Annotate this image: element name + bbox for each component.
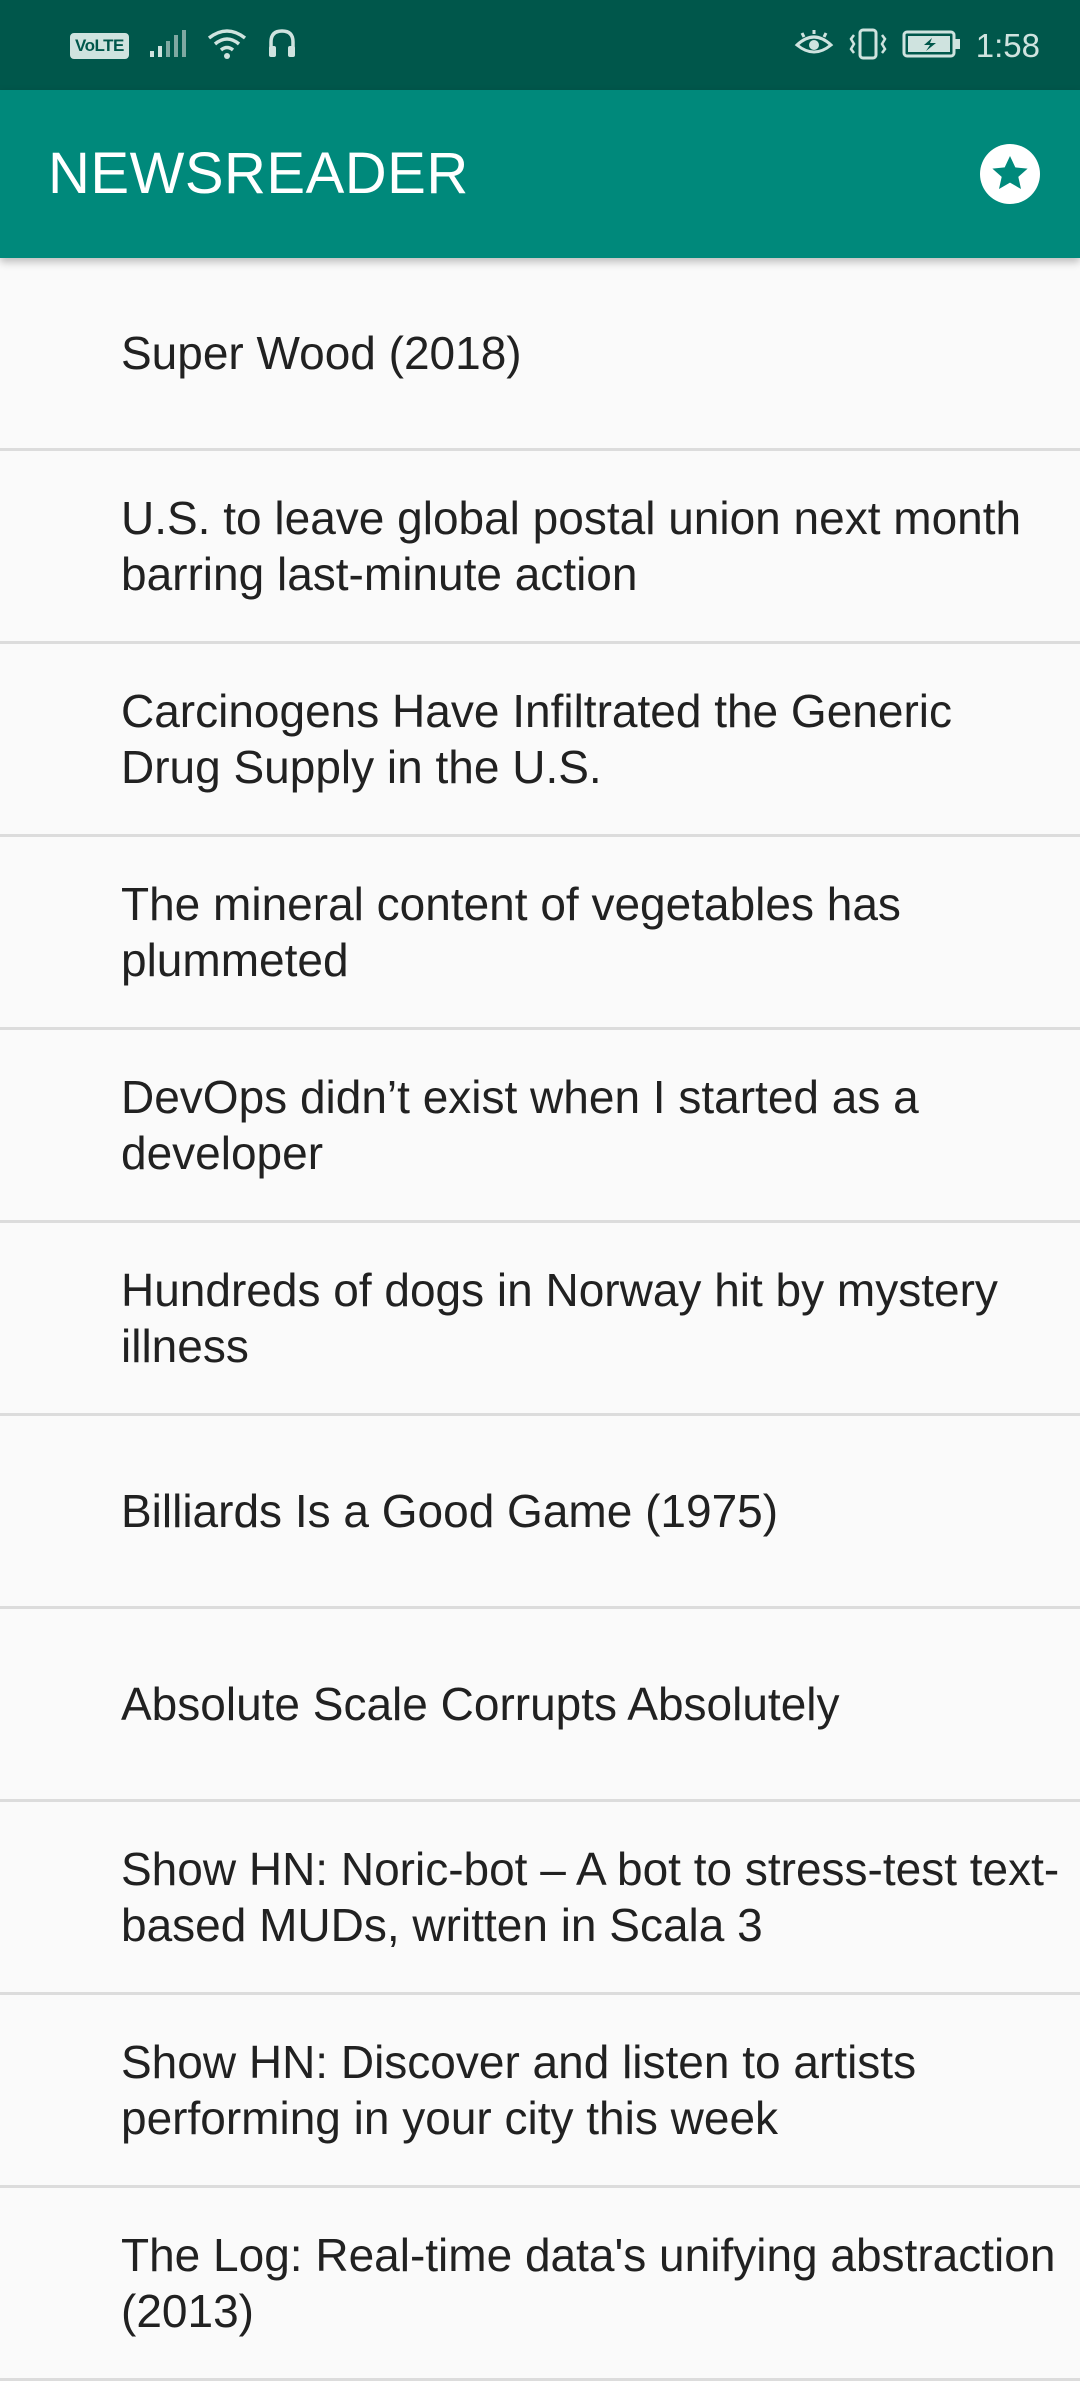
article-title: The mineral content of vegetables has pl…: [121, 878, 901, 986]
article-row[interactable]: Absolute Scale Corrupts Absolutely: [0, 1609, 1080, 1802]
article-row[interactable]: U.S. to leave global postal union next m…: [0, 451, 1080, 644]
article-row[interactable]: The Log: Real-time data's unifying abstr…: [0, 2188, 1080, 2381]
star-circle-icon: [980, 144, 1040, 204]
article-title: DevOps didn’t exist when I started as a …: [121, 1071, 919, 1179]
article-title: Show HN: Discover and listen to artists …: [121, 2036, 917, 2144]
article-title: Billiards Is a Good Game (1975): [121, 1485, 779, 1537]
article-row[interactable]: Carcinogens Have Infiltrated the Generic…: [0, 644, 1080, 837]
vibrate-icon: [848, 27, 888, 66]
article-title: The Log: Real-time data's unifying abstr…: [121, 2229, 1056, 2337]
article-title: Carcinogens Have Infiltrated the Generic…: [121, 685, 952, 793]
article-title: Hundreds of dogs in Norway hit by myster…: [121, 1264, 998, 1372]
volte-badge: VoLTE: [70, 33, 129, 59]
cell-signal-icon: [149, 29, 187, 64]
app-title: NEWSREADER: [48, 141, 469, 206]
article-row[interactable]: DevOps didn’t exist when I started as a …: [0, 1030, 1080, 1223]
app-bar: NEWSREADER: [0, 90, 1080, 258]
article-row[interactable]: Hundreds of dogs in Norway hit by myster…: [0, 1223, 1080, 1416]
status-left-icons: VoLTE: [70, 28, 297, 64]
clock: 1:58: [975, 27, 1040, 64]
favorites-button[interactable]: [980, 144, 1040, 204]
article-title: U.S. to leave global postal union next m…: [121, 492, 1022, 600]
article-row[interactable]: Super Wood (2018): [0, 258, 1080, 451]
article-row[interactable]: Show HN: Noric-bot – A bot to stress-tes…: [0, 1802, 1080, 1995]
eye-comfort-icon: [794, 29, 834, 64]
battery-charging-icon: [902, 29, 962, 64]
article-title: Super Wood (2018): [121, 327, 522, 379]
wifi-icon: [207, 28, 247, 65]
status-bar: VoLTE 1:58: [0, 0, 1080, 90]
status-right-icons: 1:58: [794, 24, 1040, 68]
article-row[interactable]: Billiards Is a Good Game (1975): [0, 1416, 1080, 1609]
article-row[interactable]: The mineral content of vegetables has pl…: [0, 837, 1080, 1030]
article-title: Absolute Scale Corrupts Absolutely: [121, 1678, 840, 1730]
article-title: Show HN: Noric-bot – A bot to stress-tes…: [121, 1843, 1060, 1951]
article-list: Super Wood (2018) U.S. to leave global po…: [0, 258, 1080, 2381]
headset-icon: [267, 28, 297, 65]
article-row[interactable]: Show HN: Discover and listen to artists …: [0, 1995, 1080, 2188]
